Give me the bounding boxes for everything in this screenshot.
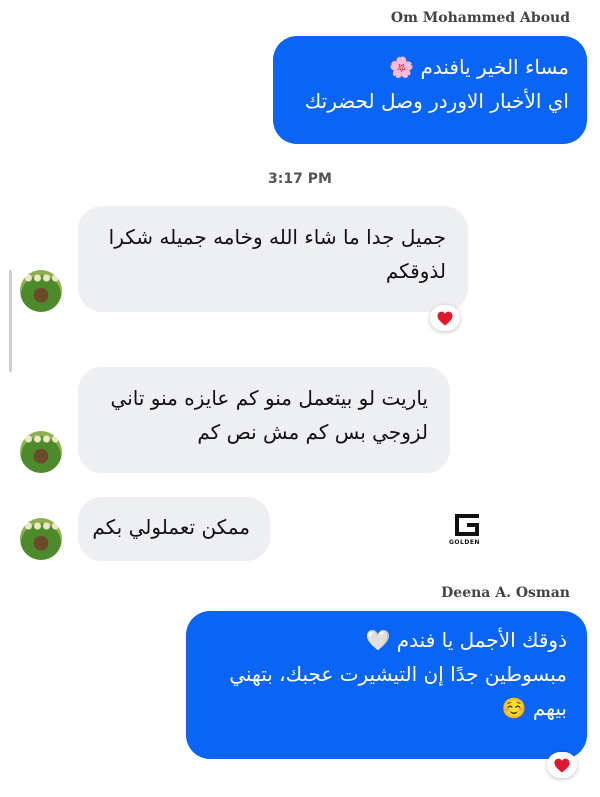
contact-avatar[interactable]: [20, 518, 62, 560]
incoming-message-bubble[interactable]: جميل جدا ما شاء الله وخامه جميله شكرا لذ…: [78, 206, 468, 312]
message-text-line: مبسوطين جدًا إن التيشيرت عجبك، بتهني: [229, 662, 567, 686]
message-text-line: جميل جدا ما شاء الله وخامه جميله شكرا: [108, 225, 446, 249]
message-text-line: ذوقك الأجمل يا فندم 🤍: [365, 628, 567, 652]
outgoing-message-bubble[interactable]: ذوقك الأجمل يا فندم 🤍 مبسوطين جدًا إن ال…: [186, 611, 587, 759]
message-text-line: لذوقكم: [385, 259, 446, 283]
message-text-line: لزوجي بس كم مش نص كم: [197, 420, 428, 444]
sender-name: Om Mohammed Aboud: [390, 10, 570, 26]
incoming-message-bubble[interactable]: ممكن تعملولي بكم: [78, 497, 270, 561]
outgoing-message-bubble[interactable]: مساء الخير يافندم 🌸 اي الأخبار الاوردر و…: [273, 36, 587, 144]
message-text-line: ياريت لو بيتعمل منو كم عايزه منو تاني: [110, 386, 428, 410]
message-timestamp: 3:17 PM: [268, 171, 332, 187]
message-text-line: مساء الخير يافندم 🌸: [389, 55, 569, 79]
message-text-line: بيهم ☺️: [501, 696, 567, 720]
heart-reaction[interactable]: [430, 305, 460, 331]
logo-text: GOLDEN: [449, 539, 480, 546]
message-text-line: ممكن تعملولي بكم: [92, 515, 250, 539]
sender-name: Deena A. Osman: [441, 585, 570, 601]
golden-logo-watermark: GOLDEN: [449, 510, 485, 548]
message-text-line: اي الأخبار الاوردر وصل لحضرتك: [304, 89, 569, 113]
heart-icon: [437, 311, 453, 325]
contact-avatar[interactable]: [20, 431, 62, 473]
scrollbar-thumb[interactable]: [9, 270, 12, 372]
heart-reaction[interactable]: [547, 752, 577, 778]
golden-logo-icon: [455, 514, 479, 536]
heart-icon: [554, 758, 570, 772]
incoming-message-bubble[interactable]: ياريت لو بيتعمل منو كم عايزه منو تاني لز…: [78, 367, 450, 473]
contact-avatar[interactable]: [20, 270, 62, 312]
